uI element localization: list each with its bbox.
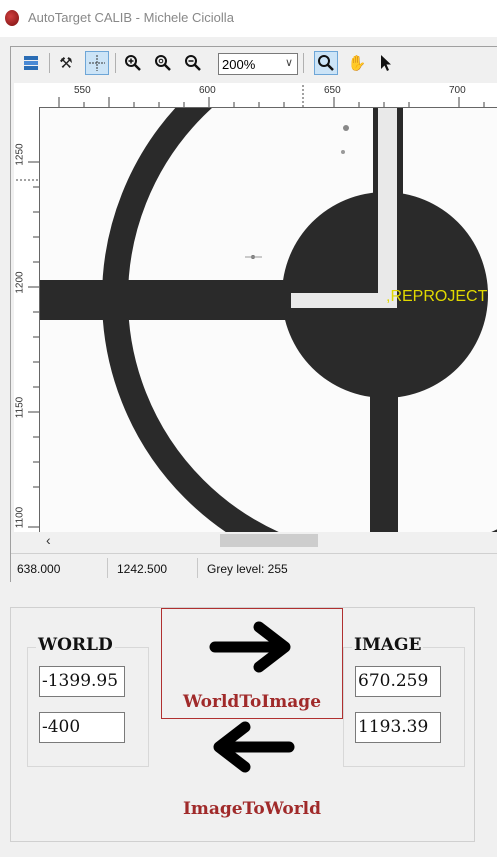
viewer-toolbar: ⚒ 200% ∨ ✋ xyxy=(11,47,497,80)
reprojection-label: ,REPROJECT xyxy=(386,288,488,305)
image-x-field[interactable]: 670.259 xyxy=(355,666,441,697)
horizontal-ruler: 550 600 650 700 xyxy=(39,83,497,108)
chevron-down-icon: ∨ xyxy=(284,57,293,69)
ruler-corner xyxy=(14,83,39,107)
world-to-image-button[interactable]: WorldToImage xyxy=(161,608,343,719)
image-to-world-label: ImageToWorld xyxy=(182,799,322,819)
world-to-image-label: WorldToImage xyxy=(182,692,322,712)
image-canvas[interactable]: ,REPROJECT xyxy=(40,108,497,532)
scroll-thumb[interactable] xyxy=(220,534,318,547)
status-x: 638.000 xyxy=(17,562,61,576)
x-tick-label: 700 xyxy=(449,85,466,96)
zoom-out-icon[interactable] xyxy=(181,51,205,75)
conversion-panel: WORLD -1399.95 -400 IMAGE 670.259 1193.3… xyxy=(10,607,475,842)
y-tick-label: 1150 xyxy=(14,396,26,419)
layers-icon[interactable] xyxy=(19,51,43,75)
status-grey-level: Grey level: 255 xyxy=(207,562,288,576)
x-tick-label: 650 xyxy=(324,85,341,96)
world-group xyxy=(27,647,149,767)
toolbar-divider xyxy=(115,53,116,73)
zoom-value: 200% xyxy=(222,57,256,72)
x-tick-label: 600 xyxy=(199,85,216,96)
status-y: 1242.500 xyxy=(117,562,168,576)
toolbar-divider xyxy=(303,53,304,73)
world-x-field[interactable]: -1399.95 xyxy=(39,666,125,697)
y-tick-label: 1200 xyxy=(14,271,26,294)
image-title: IMAGE xyxy=(352,635,424,655)
magnifier-icon[interactable] xyxy=(314,51,338,75)
title-bar: AutoTarget CALIB - Michele Ciciolla xyxy=(0,0,497,37)
image-to-world-button[interactable]: ImageToWorld xyxy=(161,719,343,829)
image-viewer: ⚒ 200% ∨ ✋ 550 600 650 700 1250 1200 115… xyxy=(10,46,497,582)
toolbar-divider xyxy=(49,53,50,73)
arrow-right-icon xyxy=(209,621,291,673)
tools-icon[interactable]: ⚒ xyxy=(54,51,78,75)
status-divider xyxy=(197,558,198,578)
zoom-select[interactable]: 200% ∨ xyxy=(218,53,298,75)
y-tick-label: 1250 xyxy=(14,143,26,166)
app-icon xyxy=(5,10,19,26)
window-title: AutoTarget CALIB - Michele Ciciolla xyxy=(28,10,234,25)
image-y-field[interactable]: 1193.39 xyxy=(355,712,441,743)
horizontal-scrollbar[interactable]: ‹ xyxy=(40,532,497,549)
scroll-left-icon[interactable]: ‹ xyxy=(46,532,51,548)
x-tick-label: 550 xyxy=(74,85,91,96)
status-bar: 638.000 1242.500 Grey level: 255 xyxy=(11,553,497,582)
pointer-icon[interactable] xyxy=(374,51,398,75)
vertical-ruler: 1250 1200 1150 1100 xyxy=(14,107,40,532)
image-group xyxy=(343,647,465,767)
pan-hand-icon[interactable]: ✋ xyxy=(345,51,369,75)
zoom-in-icon[interactable] xyxy=(121,51,145,75)
status-divider xyxy=(107,558,108,578)
y-tick-label: 1100 xyxy=(14,506,26,529)
world-y-field[interactable]: -400 xyxy=(39,712,125,743)
arrow-left-icon xyxy=(213,721,295,773)
crosshair-icon[interactable] xyxy=(85,51,109,75)
world-title: WORLD xyxy=(36,635,115,655)
zoom-fit-icon[interactable] xyxy=(151,51,175,75)
